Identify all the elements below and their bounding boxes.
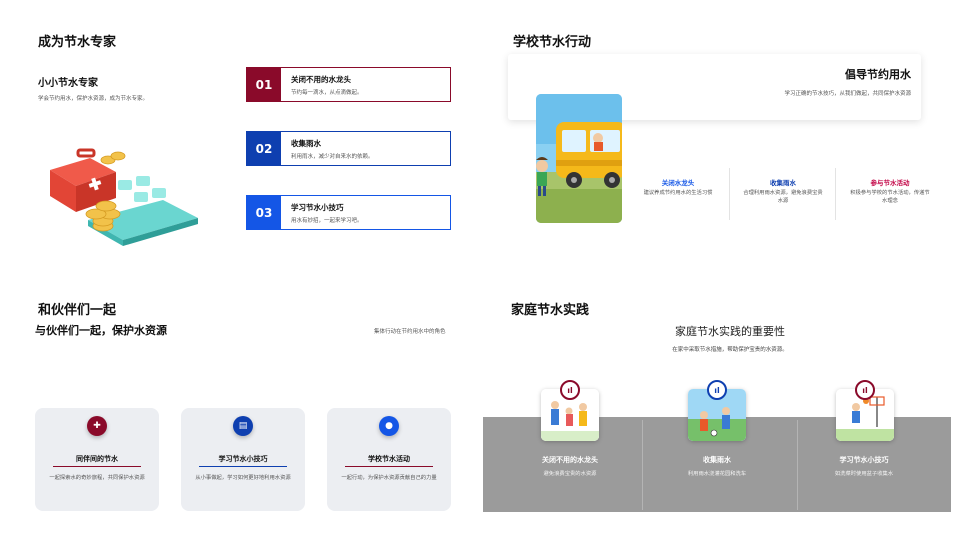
slide-title: 成为节水专家 <box>38 35 117 50</box>
clipboard-icon: ▤ <box>233 416 253 436</box>
practice-desc: 避免浪费宝贵的水资源 <box>543 471 597 477</box>
partner-card-1: ✚ 同伴间的节水 一起探索水的奇妙旅程，共同保护水资源 <box>35 408 159 511</box>
underline <box>53 466 141 467</box>
slide-title: 学校节水行动 <box>513 35 592 50</box>
step-card-1: 01 关闭不用的水龙头 节约每一滴水，从点滴做起。 <box>246 67 451 102</box>
practice-desc: 如洗菜时使用盆子收集水 <box>834 471 894 477</box>
col-desc: 积极参与学校的节水活动，传递节水理念 <box>850 190 930 204</box>
step-desc: 节约每一滴水，从点滴做起。 <box>291 90 363 96</box>
practice-title: 关闭不用的水龙头 <box>542 456 598 464</box>
chart-bars-icon: ıl <box>707 380 727 400</box>
divider <box>729 168 730 220</box>
team-icon: ✚ <box>87 416 107 436</box>
chart-bars-icon: ıl <box>855 380 875 400</box>
practice-desc: 利用雨水浇灌花园和洗车 <box>687 471 747 477</box>
section-subtitle: 与伙伴们一起，保护水资源 <box>35 324 167 337</box>
card-desc: 一起行动，为保护水资源贡献自己的力量 <box>341 475 437 481</box>
practice-title: 收集雨水 <box>703 456 731 464</box>
slide-title: 和伙伴们一起 <box>38 303 117 318</box>
section-desc: 在家中采取节水措施，帮助保护宝贵的水资源。 <box>672 347 788 353</box>
step-number: 03 <box>247 196 281 229</box>
divider <box>797 420 798 510</box>
step-title: 关闭不用的水龙头 <box>291 75 351 84</box>
partner-card-2: ▤ 学习节水小技巧 从小事做起，学习如何更好地利用水资源 <box>181 408 305 511</box>
step-desc: 用水有妙招，一起来学习吧。 <box>291 218 363 224</box>
action-col-3: 参与节水活动 积极参与学校的节水活动，传递节水理念 <box>848 177 932 205</box>
step-number: 01 <box>247 68 281 101</box>
practice-title: 学习节水小技巧 <box>839 456 889 464</box>
partner-card-3: ● 学校节水活动 一起行动，为保护水资源贡献自己的力量 <box>327 408 451 511</box>
slide-title: 家庭节水实践 <box>511 303 590 318</box>
card-title: 倡导节约用水 <box>845 68 911 81</box>
divider <box>642 420 643 510</box>
col-title: 参与节水活动 <box>870 179 910 187</box>
card-desc: 从小事做起，学习如何更好地利用水资源 <box>195 475 291 481</box>
chart-bars-icon: ıl <box>560 380 580 400</box>
step-title: 学习节水小技巧 <box>291 203 344 212</box>
section-subtitle: 小小节水专家 <box>38 78 98 89</box>
col-title: 关闭水龙头 <box>661 179 695 187</box>
action-col-1: 关闭水龙头 建议养成节约用水的生活习惯 <box>636 177 720 198</box>
step-title: 收集雨水 <box>291 139 321 148</box>
step-number: 02 <box>247 132 281 165</box>
card-title: 同伴间的节水 <box>76 455 118 463</box>
underline <box>199 466 287 467</box>
first-aid-calculator-illustration <box>50 148 198 246</box>
school-bus-illustration <box>536 94 622 223</box>
underline <box>345 466 433 467</box>
step-card-3: 03 学习节水小技巧 用水有妙招，一起来学习吧。 <box>246 195 451 230</box>
col-desc: 合理利用雨水资源，避免浪费宝贵水源 <box>743 190 823 204</box>
step-card-2: 02 收集雨水 利用雨水，减少对自来水的依赖。 <box>246 131 451 166</box>
divider <box>835 168 836 220</box>
col-desc: 建议养成节约用水的生活习惯 <box>643 190 713 196</box>
section-desc: 学会节约用水，保护水资源，成为节水专家。 <box>38 96 149 102</box>
section-subtitle: 家庭节水实践的重要性 <box>675 325 785 338</box>
col-title: 收集雨水 <box>770 179 796 187</box>
card-desc: 一起探索水的奇妙旅程，共同保护水资源 <box>49 475 145 481</box>
action-col-2: 收集雨水 合理利用雨水资源，避免浪费宝贵水源 <box>741 177 825 205</box>
section-note: 集体行动在节约用水中的角色 <box>374 329 446 335</box>
card-title: 学校节水活动 <box>368 455 410 463</box>
card-desc: 学习正确的节水技巧，从我们做起，共同保护水资源 <box>784 91 911 97</box>
step-desc: 利用雨水，减少对自来水的依赖。 <box>291 154 374 160</box>
location-icon: ● <box>379 416 399 436</box>
card-title: 学习节水小技巧 <box>218 455 268 463</box>
